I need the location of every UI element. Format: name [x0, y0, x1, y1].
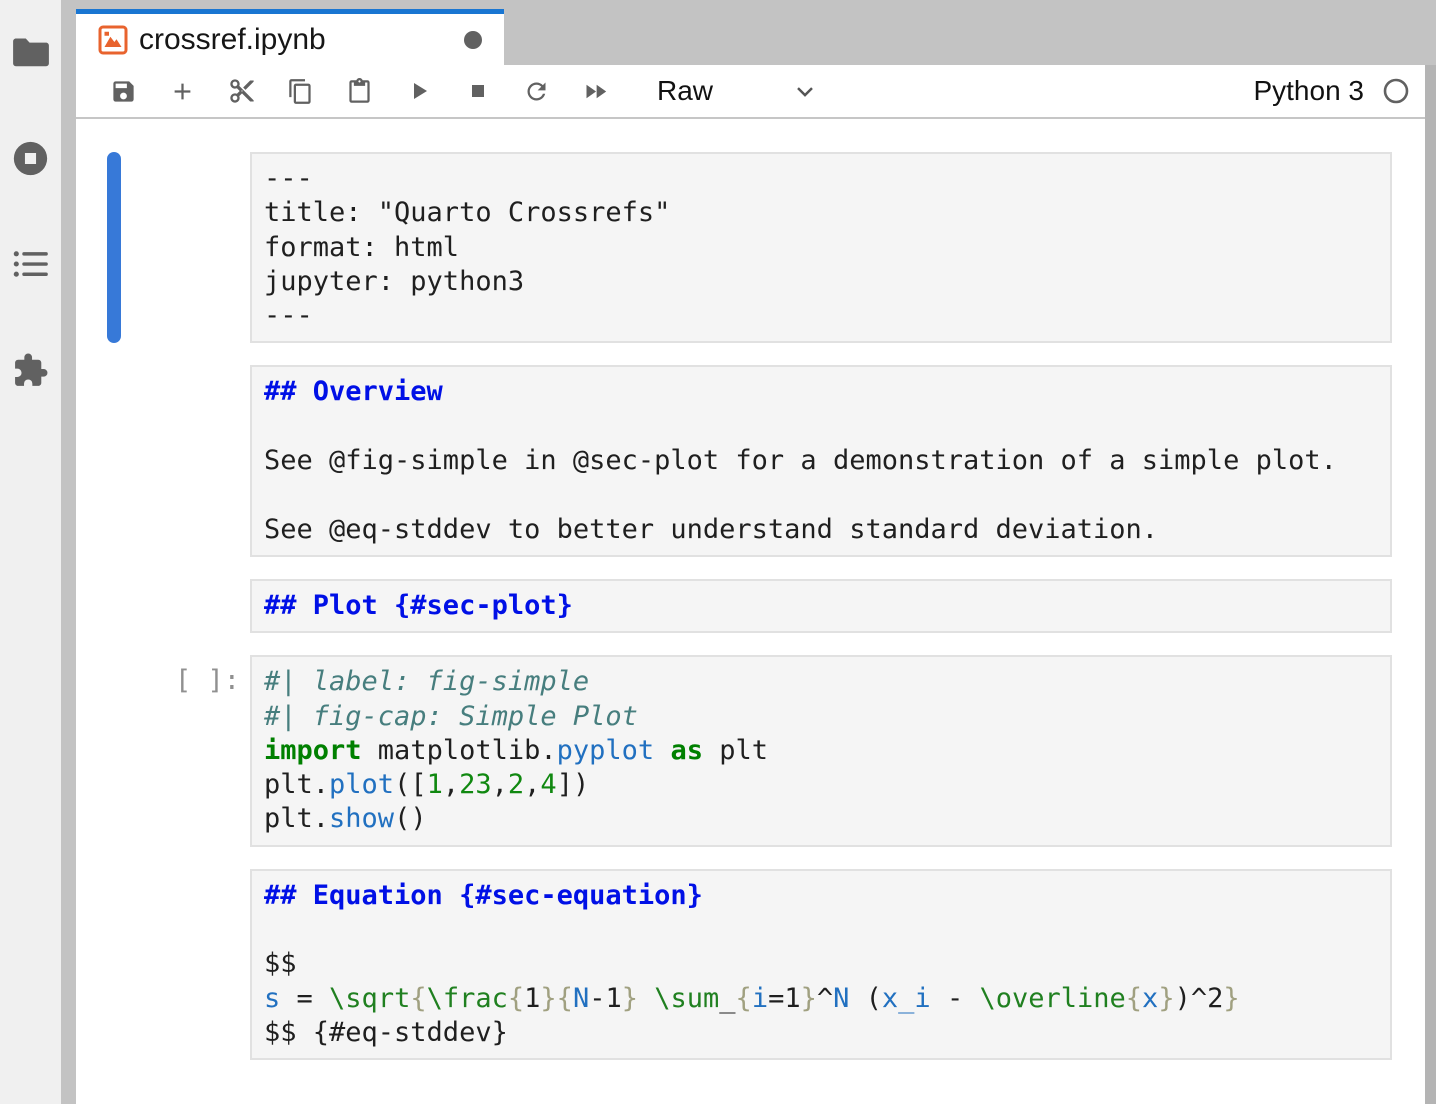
- paste-cells-button[interactable]: [330, 69, 389, 113]
- right-edge-strip: [1425, 65, 1436, 1104]
- notebook-file-icon: [98, 25, 128, 55]
- clipboard-icon: [346, 78, 373, 105]
- source-line: #| fig-cap: Simple Plot: [264, 700, 1378, 734]
- running-sessions-icon: [12, 140, 49, 177]
- notebook: ---title: "Quarto Crossrefs"format: html…: [76, 119, 1436, 1104]
- notebook-cell[interactable]: ## Plot {#sec-plot}: [107, 579, 1392, 633]
- notebook-cell[interactable]: ## Equation {#sec-equation} $$s = \sqrt{\…: [107, 869, 1392, 1060]
- notebook-cell[interactable]: ---title: "Quarto Crossrefs"format: html…: [107, 152, 1392, 343]
- source-line: [264, 913, 1378, 947]
- source-line: title: "Quarto Crossrefs": [264, 196, 1378, 230]
- sidebar-tab-files[interactable]: [11, 34, 51, 70]
- notebook-cell[interactable]: ## Overview See @fig-simple in @sec-plot …: [107, 365, 1392, 556]
- kernel-status-icon[interactable]: [1382, 77, 1410, 105]
- restart-icon: [523, 78, 550, 105]
- cell-editor[interactable]: ## Equation {#sec-equation} $$s = \sqrt{\…: [250, 869, 1392, 1060]
- source-line: jupyter: python3: [264, 265, 1378, 299]
- left-sidebar: [0, 0, 61, 1104]
- source-line: plt.plot([1,23,2,4]): [264, 768, 1378, 802]
- table-of-contents-icon: [13, 249, 49, 279]
- cell-prompt: [ ]:: [121, 655, 250, 846]
- run-icon: [407, 79, 431, 103]
- puzzle-piece-icon: [12, 352, 49, 389]
- restart-kernel-button[interactable]: [507, 69, 566, 113]
- tab-title: crossref.ipynb: [139, 23, 326, 57]
- tab-crossref-ipynb[interactable]: crossref.ipynb: [76, 9, 504, 65]
- cell-prompt: [121, 152, 250, 343]
- source-line: $$: [264, 947, 1378, 981]
- cell-collapser[interactable]: [107, 365, 121, 556]
- save-icon: [110, 78, 137, 105]
- source-line: $$ {#eq-stddev}: [264, 1016, 1378, 1050]
- scissors-icon: [228, 77, 256, 105]
- restart-run-all-button[interactable]: [566, 69, 625, 113]
- cell-collapser[interactable]: [107, 152, 121, 343]
- folder-icon: [12, 36, 50, 68]
- jupyterlab-window: crossref.ipynb: [0, 0, 1436, 1104]
- source-line: [264, 478, 1378, 512]
- cell-prompt: [121, 365, 250, 556]
- chevron-down-icon: [791, 77, 819, 105]
- unsaved-changes-dot[interactable]: [464, 31, 482, 49]
- source-line: plt.show(): [264, 802, 1378, 836]
- source-line: ## Equation {#sec-equation}: [264, 879, 1378, 913]
- source-line: import matplotlib.pyplot as plt: [264, 734, 1378, 768]
- interrupt-kernel-button[interactable]: [448, 69, 507, 113]
- plus-icon: [169, 78, 196, 105]
- cell-editor[interactable]: ---title: "Quarto Crossrefs"format: html…: [250, 152, 1392, 343]
- cell-editor[interactable]: ## Plot {#sec-plot}: [250, 579, 1392, 633]
- insert-cell-button[interactable]: [153, 69, 212, 113]
- cut-cells-button[interactable]: [212, 69, 271, 113]
- notebook-cell[interactable]: [ ]:#| label: fig-simple#| fig-cap: Simp…: [107, 655, 1392, 846]
- source-line: See @eq-stddev to better understand stan…: [264, 513, 1378, 547]
- sidebar-tab-extensions[interactable]: [11, 352, 51, 388]
- save-button[interactable]: [94, 69, 153, 113]
- cell-editor[interactable]: ## Overview See @fig-simple in @sec-plot …: [250, 365, 1392, 556]
- notebook-toolbar: Raw Python 3: [76, 65, 1436, 119]
- sidebar-divider: [61, 0, 76, 1104]
- source-line: s = \sqrt{\frac{1}{N-1} \sum_{i=1}^N (x_…: [264, 982, 1378, 1016]
- cell-type-value: Raw: [657, 75, 713, 107]
- source-line: format: html: [264, 231, 1378, 265]
- source-line: [264, 410, 1378, 444]
- cell-prompt: [121, 869, 250, 1060]
- run-button[interactable]: [389, 69, 448, 113]
- source-line: ## Plot {#sec-plot}: [264, 589, 1378, 623]
- cell-prompt: [121, 579, 250, 633]
- cell-collapser[interactable]: [107, 869, 121, 1060]
- source-line: ---: [264, 299, 1378, 333]
- copy-icon: [287, 78, 314, 105]
- fast-forward-icon: [582, 78, 609, 105]
- cell-collapser[interactable]: [107, 579, 121, 633]
- stop-icon: [466, 79, 490, 103]
- source-line: #| label: fig-simple: [264, 665, 1378, 699]
- source-line: ---: [264, 162, 1378, 196]
- cell-type-dropdown[interactable]: Raw: [657, 75, 819, 107]
- source-line: ## Overview: [264, 375, 1378, 409]
- copy-cells-button[interactable]: [271, 69, 330, 113]
- sidebar-tab-running-sessions[interactable]: [11, 140, 51, 176]
- kernel-name[interactable]: Python 3: [1253, 75, 1364, 107]
- cell-collapser[interactable]: [107, 655, 121, 846]
- sidebar-tab-table-of-contents[interactable]: [11, 246, 51, 282]
- cell-editor[interactable]: #| label: fig-simple#| fig-cap: Simple P…: [250, 655, 1392, 846]
- source-line: See @fig-simple in @sec-plot for a demon…: [264, 444, 1378, 478]
- tab-bar: crossref.ipynb: [76, 0, 1436, 65]
